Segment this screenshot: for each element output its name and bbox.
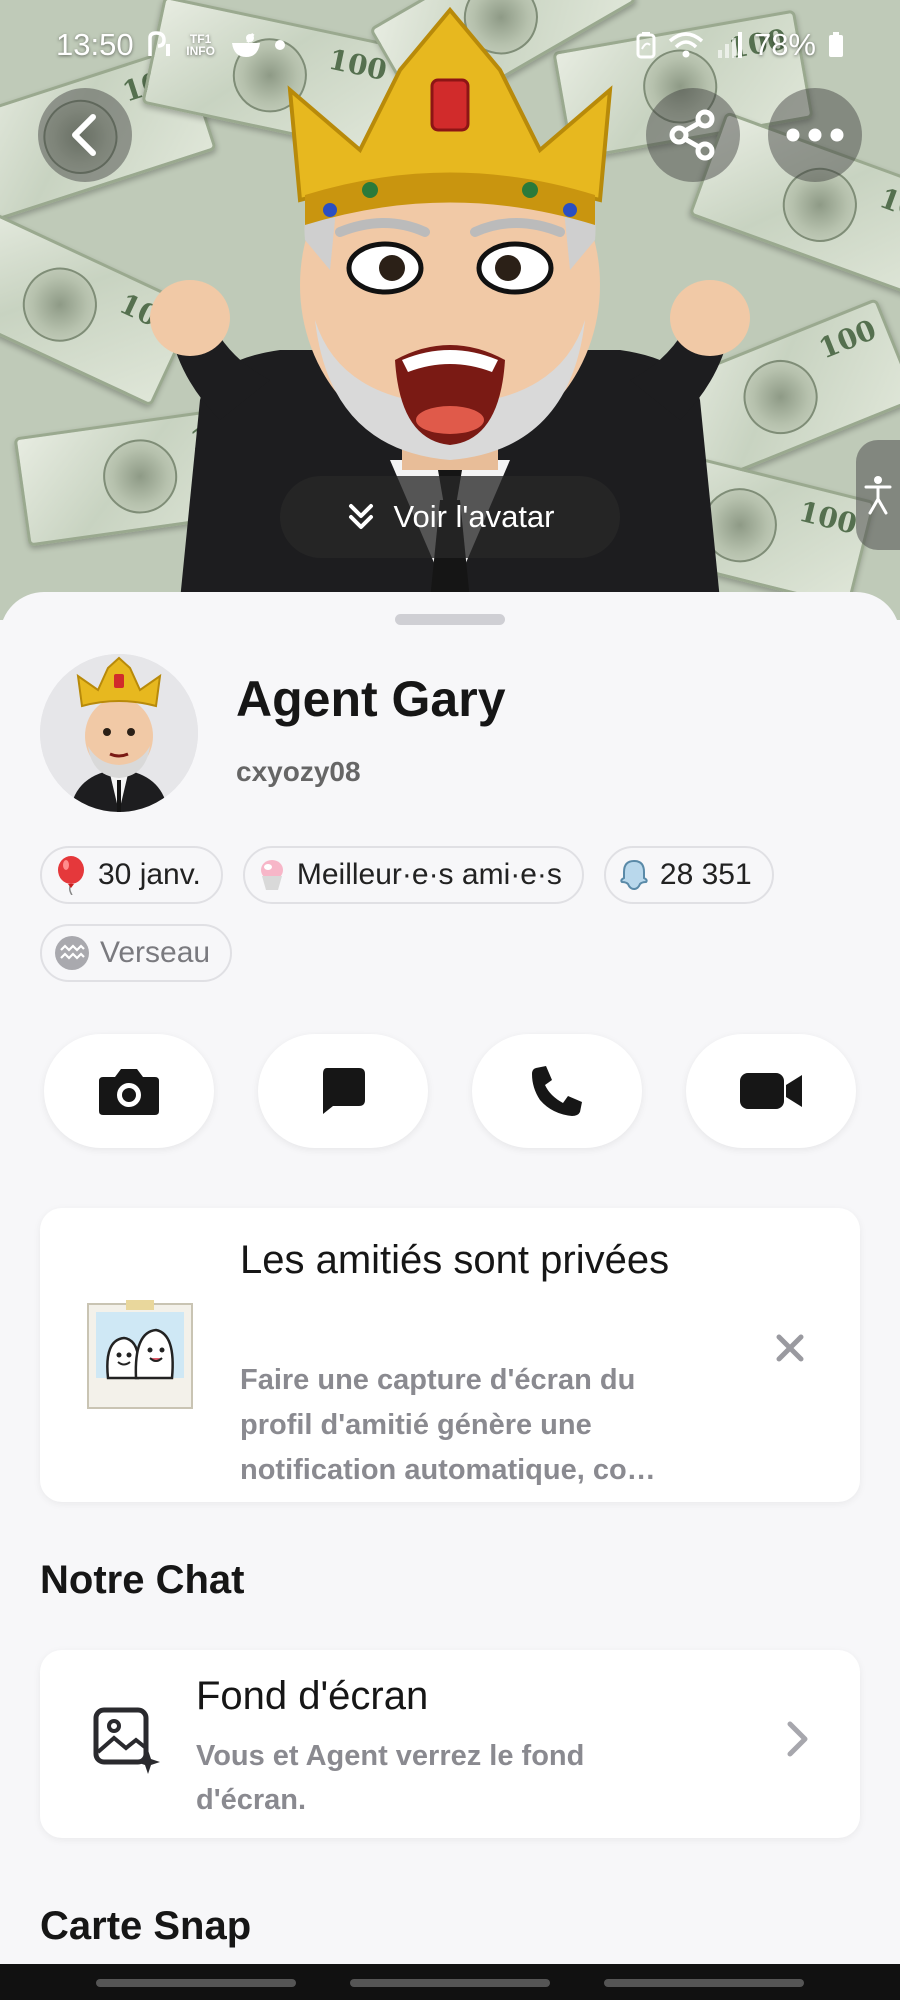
avatar[interactable] — [40, 654, 198, 812]
best-friends-chip[interactable]: Meilleur·e·s ami·e·s — [242, 846, 584, 904]
signal-icon — [716, 32, 742, 58]
chat-button[interactable] — [258, 1034, 428, 1148]
status-bar: 13:50 TF1 INFO 78% — [0, 0, 900, 90]
accessibility-icon — [864, 476, 892, 515]
more-dots-icon — [786, 128, 844, 142]
friendship-card-title: Les amitiés sont privées — [240, 1238, 670, 1282]
zodiac-chip-label: Verseau — [100, 936, 211, 969]
aquarius-icon — [54, 935, 90, 971]
shaved-ice-icon — [257, 858, 287, 892]
sheet-drag-handle[interactable] — [395, 614, 505, 625]
wifi-icon — [668, 31, 704, 59]
profile-chips: 30 janv. Meilleur·e·s ami·e·s 28 351 Ver… — [40, 846, 870, 982]
wallpaper-description: Vous et Agent verrez le fond d'écran. — [196, 1740, 585, 1816]
section-title-snap-map: Carte Snap — [40, 1904, 252, 1948]
section-title-chat: Notre Chat — [40, 1558, 245, 1602]
profile-actions — [44, 1034, 856, 1148]
status-right: 78% — [636, 27, 844, 63]
chat-icon — [323, 1068, 365, 1114]
friendship-card-description: Faire une capture d'écran du profil d'am… — [240, 1364, 656, 1486]
back-button[interactable] — [38, 88, 132, 182]
chevron-right-icon — [787, 1721, 808, 1757]
chevron-left-icon — [72, 114, 96, 156]
wallpaper-title: Fond d'écran — [196, 1674, 429, 1718]
news-app-badge: TF1 INFO — [186, 32, 215, 58]
nav-home[interactable] — [350, 1979, 550, 1987]
best-friends-chip-label: Meilleur·e·s ami·e·s — [296, 858, 562, 891]
phone-icon — [532, 1066, 582, 1116]
wallpaper-sparkle-icon — [93, 1707, 160, 1774]
close-icon — [776, 1334, 804, 1362]
friendship-privacy-card[interactable]: Les amitiés sont privées Faire une captu… — [40, 1208, 860, 1502]
view-avatar-button[interactable]: Voir l'avatar — [280, 476, 620, 558]
profile-username: cxyozy08 — [236, 756, 361, 787]
battery-level: 78% — [753, 27, 816, 62]
profile-sheet: Agent Gary cxyozy08 30 janv. Meilleur·e·… — [0, 592, 900, 2000]
news-app-icon: TF1 INFO — [184, 33, 218, 57]
video-call-button[interactable] — [686, 1034, 856, 1148]
profile-display-name: Agent Gary — [236, 671, 506, 727]
dot-indicator-icon — [274, 39, 286, 51]
birthday-chip[interactable]: 30 janv. — [40, 846, 223, 904]
birthday-chip-label: 30 janv. — [98, 858, 201, 891]
status-left: 13:50 TF1 INFO — [56, 27, 286, 63]
system-navigation-bar — [0, 1964, 900, 2000]
snap-score-chip-label: 28 351 — [659, 858, 752, 891]
nav-back[interactable] — [604, 1979, 804, 1987]
share-button[interactable] — [646, 88, 740, 182]
double-chevron-down-icon — [348, 504, 373, 529]
chat-wallpaper-row[interactable]: Fond d'écran Vous et Agent verrez le fon… — [40, 1650, 860, 1838]
zodiac-chip[interactable]: Verseau — [40, 924, 233, 982]
snap-score-chip[interactable]: 28 351 — [603, 846, 774, 904]
battery-saver-icon — [636, 31, 656, 59]
profile-screen: 13:50 TF1 INFO 78% — [0, 0, 900, 2000]
nav-recent-apps[interactable] — [96, 1979, 296, 1987]
accessibility-button[interactable] — [856, 440, 900, 550]
balloon-icon — [54, 855, 88, 895]
bitmoji-avatar-small — [40, 654, 198, 812]
status-time: 13:50 — [56, 27, 134, 62]
dismiss-card-button[interactable] — [770, 1328, 810, 1368]
friends-photo-icon — [87, 1300, 193, 1409]
bowl-icon — [230, 31, 262, 59]
call-button[interactable] — [472, 1034, 642, 1148]
view-avatar-label: Voir l'avatar — [393, 499, 555, 534]
video-camera-icon — [740, 1073, 802, 1109]
notification-icon — [146, 30, 172, 60]
ghost-icon — [618, 858, 650, 892]
camera-button[interactable] — [44, 1034, 214, 1148]
camera-icon — [99, 1069, 159, 1115]
share-icon — [669, 109, 715, 161]
more-options-button[interactable] — [768, 88, 862, 182]
battery-icon — [828, 32, 844, 58]
